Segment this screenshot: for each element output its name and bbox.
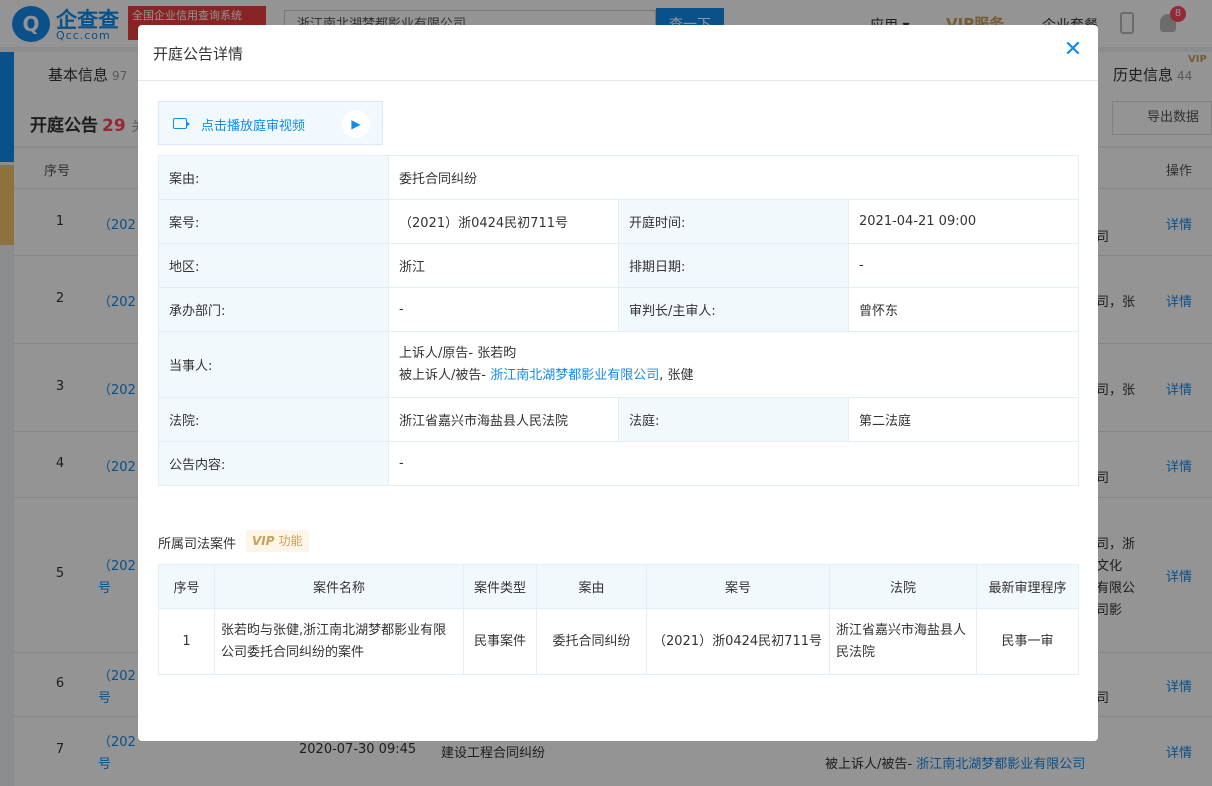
detail-row: 承办部门: - 审判长/主审人: 曾怀东 bbox=[158, 287, 1080, 332]
case-court: 浙江省嘉兴市海盐县人民法院 bbox=[829, 608, 977, 675]
plaintiff-line: 上诉人/原告- 张若昀 bbox=[399, 345, 517, 361]
play-video-label: 点击播放庭审视频 bbox=[201, 119, 306, 134]
column-header: 序号 bbox=[158, 564, 215, 609]
detail-row: 案由: 委托合同纠纷 bbox=[158, 155, 1080, 200]
defendant-company-link[interactable]: 浙江南北湖梦都影业有限公司 bbox=[490, 368, 659, 383]
video-camera-icon bbox=[173, 118, 190, 129]
column-header: 案件类型 bbox=[463, 564, 537, 609]
department-value: - bbox=[388, 287, 619, 332]
close-icon[interactable]: ✕ bbox=[1062, 39, 1084, 61]
detail-row: 当事人: 上诉人/原告- 张若昀 被上诉人/被告- 浙江南北湖梦都影业有限公司,… bbox=[158, 331, 1080, 398]
case-seq: 1 bbox=[158, 608, 215, 675]
table-header-row: 序号 案件名称 案件类型 案由 案号 法院 最新审理程序 bbox=[158, 564, 1079, 609]
table-row: 1 张若昀与张健,浙江南北湖梦都影业有限公司委托合同纠纷的案件 民事案件 委托合… bbox=[158, 608, 1079, 675]
detail-row: 公告内容: - bbox=[158, 441, 1080, 486]
vip-function-text: 功能 bbox=[278, 534, 303, 548]
judge-value: 曾怀东 bbox=[847, 287, 1080, 332]
column-header: 案由 bbox=[536, 564, 647, 609]
column-header: 法院 bbox=[829, 564, 977, 609]
column-header: 案号 bbox=[646, 564, 830, 609]
case-type: 民事案件 bbox=[463, 608, 537, 675]
region-label: 地区: bbox=[158, 243, 389, 288]
vip-badge-text: VIP bbox=[252, 534, 275, 548]
hearing-detail-table: 案由: 委托合同纠纷 案号: （2021）浙0424民初711号 开庭时间: 2… bbox=[158, 155, 1080, 486]
column-header: 案件名称 bbox=[214, 564, 464, 609]
play-icon[interactable]: ▶ bbox=[342, 110, 370, 138]
detail-row: 案号: （2021）浙0424民初711号 开庭时间: 2021-04-21 0… bbox=[158, 199, 1080, 244]
courtroom-label: 法庭: bbox=[618, 397, 849, 442]
case-no-link[interactable]: （2021）浙0424民初711号 bbox=[388, 199, 619, 244]
detail-row: 法院: 浙江省嘉兴市海盐县人民法院 法庭: 第二法庭 bbox=[158, 397, 1080, 442]
case-number: （2021）浙0424民初711号 bbox=[646, 608, 830, 675]
modal-title: 开庭公告详情 bbox=[153, 45, 244, 63]
court-label: 法院: bbox=[158, 397, 389, 442]
defendant-prefix: 被上诉人/被告- bbox=[399, 367, 487, 383]
detail-row: 地区: 浙江 排期日期: - bbox=[158, 243, 1080, 288]
schedule-date-value: - bbox=[847, 243, 1080, 288]
column-header: 最新审理程序 bbox=[976, 564, 1079, 609]
related-cases-table: 序号 案件名称 案件类型 案由 案号 法院 最新审理程序 1 张若昀与张健,浙江… bbox=[158, 564, 1079, 675]
case-reason-value: 委托合同纠纷 bbox=[387, 155, 1080, 200]
court-value: 浙江省嘉兴市海盐县人民法院 bbox=[388, 397, 619, 442]
hearing-detail-modal: 开庭公告详情 ✕ 点击播放庭审视频 ▶ 案由: 委托合同纠纷 案号: （2021… bbox=[138, 25, 1098, 741]
schedule-date-label: 排期日期: bbox=[618, 243, 849, 288]
vip-function-badge[interactable]: VIP 功能 bbox=[246, 530, 309, 552]
case-no-label: 案号: bbox=[158, 199, 389, 244]
case-name-link[interactable]: 张若昀与张健,浙江南北湖梦都影业有限公司委托合同纠纷的案件 bbox=[214, 608, 464, 675]
content-value: - bbox=[387, 441, 1080, 486]
related-cases-title: 所属司法案件 bbox=[158, 537, 237, 552]
defendant-line: 被上诉人/被告- 浙江南北湖梦都影业有限公司, 张健 bbox=[399, 365, 1068, 387]
parties-value: 上诉人/原告- 张若昀 被上诉人/被告- 浙江南北湖梦都影业有限公司, 张健 bbox=[387, 331, 1080, 398]
hearing-time-value: 2021-04-21 09:00 bbox=[847, 199, 1080, 244]
case-procedure: 民事一审 bbox=[976, 608, 1079, 675]
content-label: 公告内容: bbox=[158, 441, 389, 486]
case-reason: 委托合同纠纷 bbox=[536, 608, 647, 675]
hearing-time-label: 开庭时间: bbox=[618, 199, 849, 244]
parties-label: 当事人: bbox=[158, 331, 389, 398]
modal-header: 开庭公告详情 ✕ bbox=[138, 25, 1098, 81]
region-value: 浙江 bbox=[388, 243, 619, 288]
judge-label: 审判长/主审人: bbox=[618, 287, 849, 332]
courtroom-value: 第二法庭 bbox=[847, 397, 1080, 442]
play-video-button[interactable]: 点击播放庭审视频 ▶ bbox=[158, 101, 383, 145]
case-reason-label: 案由: bbox=[158, 155, 389, 200]
department-label: 承办部门: bbox=[158, 287, 389, 332]
defendant-suffix: , 张健 bbox=[659, 367, 694, 383]
